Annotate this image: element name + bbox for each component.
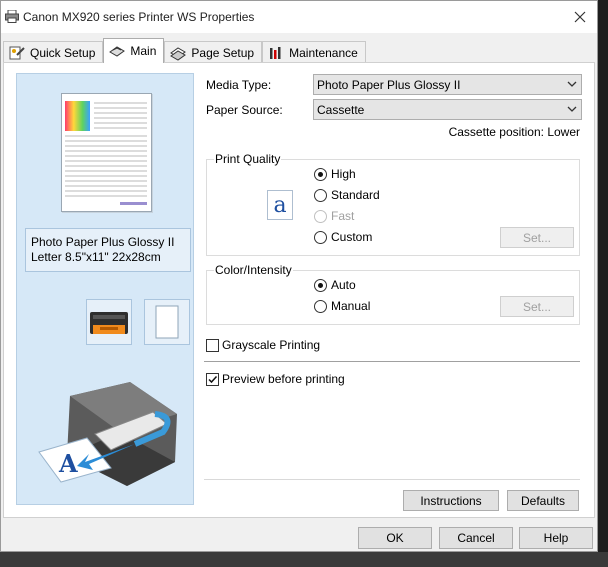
paper-preview-image bbox=[65, 101, 147, 205]
preview-before-option[interactable]: Preview before printing bbox=[206, 372, 345, 386]
main-tab-panel: Photo Paper Plus Glossy II Letter 8.5"x1… bbox=[3, 62, 595, 518]
paper-name: Photo Paper Plus Glossy II bbox=[31, 235, 175, 249]
color-intensity-title: Color/Intensity bbox=[214, 263, 293, 277]
print-quality-group: Print Quality a High Standard Fast Custo… bbox=[206, 152, 580, 256]
print-quality-title: Print Quality bbox=[214, 152, 282, 166]
radio-custom[interactable] bbox=[314, 230, 327, 244]
main-icon bbox=[109, 46, 126, 57]
cassette-position-note: Cassette position: Lower bbox=[448, 125, 580, 139]
help-button[interactable]: Help bbox=[519, 527, 593, 549]
quality-custom-option[interactable]: Custom bbox=[314, 230, 372, 244]
paper-sheet-icon bbox=[155, 305, 179, 339]
grayscale-option[interactable]: Grayscale Printing bbox=[206, 338, 320, 352]
separator bbox=[204, 361, 580, 362]
svg-text:A: A bbox=[58, 449, 78, 478]
printer-icon bbox=[5, 10, 19, 23]
radio-high[interactable] bbox=[314, 167, 327, 181]
preview-pane: Photo Paper Plus Glossy II Letter 8.5"x1… bbox=[16, 73, 194, 505]
printer-properties-dialog: Canon MX920 series Printer WS Properties… bbox=[0, 0, 598, 552]
ok-button[interactable]: OK bbox=[358, 527, 432, 549]
cancel-label: Cancel bbox=[457, 531, 495, 545]
paper-source-label: Paper Source: bbox=[206, 103, 283, 117]
close-icon bbox=[574, 11, 586, 23]
taskbar-background bbox=[0, 552, 608, 567]
color-manual-label: Manual bbox=[331, 299, 371, 313]
tab-label: Quick Setup bbox=[30, 45, 96, 60]
close-button[interactable] bbox=[563, 1, 597, 33]
radio-standard[interactable] bbox=[314, 188, 327, 202]
tab-label: Maintenance bbox=[289, 45, 358, 60]
color-set-button: Set... bbox=[500, 296, 574, 317]
tab-main[interactable]: Main bbox=[103, 38, 165, 63]
instructions-button[interactable]: Instructions bbox=[403, 490, 499, 511]
cassette-source-button[interactable] bbox=[86, 299, 132, 345]
paper-sheet-button[interactable] bbox=[144, 299, 190, 345]
color-manual-option[interactable]: Manual bbox=[314, 299, 370, 313]
paper-preview bbox=[61, 93, 152, 212]
cassette-icon bbox=[90, 312, 128, 334]
print-quality-icon: a bbox=[267, 190, 293, 220]
quality-set-label: Set... bbox=[522, 230, 551, 245]
tab-label: Main bbox=[130, 44, 157, 58]
help-label: Help bbox=[543, 531, 569, 545]
quality-high-option[interactable]: High bbox=[314, 167, 356, 181]
paper-source-value: Cassette bbox=[317, 102, 365, 117]
color-auto-option[interactable]: Auto bbox=[314, 278, 356, 292]
ok-label: OK bbox=[386, 531, 404, 545]
checkmark-icon bbox=[208, 375, 218, 383]
tab-label: Page Setup bbox=[191, 45, 255, 60]
quality-high-label: High bbox=[331, 167, 356, 181]
quality-fast-label: Fast bbox=[331, 209, 355, 223]
maintenance-icon bbox=[270, 46, 281, 59]
title-bar: Canon MX920 series Printer WS Properties bbox=[1, 1, 597, 33]
preview-before-checkbox[interactable] bbox=[206, 372, 219, 386]
color-auto-label: Auto bbox=[331, 278, 356, 292]
radio-manual[interactable] bbox=[314, 299, 327, 313]
grayscale-checkbox[interactable] bbox=[206, 338, 219, 352]
media-type-value: Photo Paper Plus Glossy II bbox=[317, 77, 461, 92]
print-quality-icon-letter: a bbox=[273, 192, 287, 218]
desktop-background bbox=[598, 0, 608, 552]
paper-size: Letter 8.5"x11" 22x28cm bbox=[31, 250, 161, 264]
tab-page-setup[interactable]: Page Setup bbox=[164, 41, 263, 63]
tab-maintenance[interactable]: Maintenance bbox=[262, 41, 366, 63]
chevron-down-icon bbox=[567, 81, 577, 87]
paper-source-select[interactable]: Cassette bbox=[313, 99, 582, 120]
radio-fast bbox=[314, 209, 327, 223]
color-set-label: Set... bbox=[522, 299, 551, 314]
chevron-down-icon bbox=[567, 106, 577, 112]
separator bbox=[204, 479, 580, 480]
quality-fast-option: Fast bbox=[314, 209, 354, 223]
media-type-label: Media Type: bbox=[206, 78, 272, 92]
quality-standard-option[interactable]: Standard bbox=[314, 188, 380, 202]
tab-strip: Quick Setup Main Page Setup Maintenance bbox=[3, 38, 366, 63]
media-type-select[interactable]: Photo Paper Plus Glossy II bbox=[313, 74, 582, 95]
quality-set-button: Set... bbox=[500, 227, 574, 248]
tab-quick-setup[interactable]: Quick Setup bbox=[3, 41, 104, 63]
window-title: Canon MX920 series Printer WS Properties bbox=[23, 10, 255, 24]
grayscale-label: Grayscale Printing bbox=[222, 338, 321, 352]
quality-standard-label: Standard bbox=[331, 188, 380, 202]
page-setup-icon bbox=[170, 46, 187, 61]
color-intensity-group: Color/Intensity Auto Manual Set... bbox=[206, 263, 580, 325]
quick-setup-icon bbox=[9, 46, 25, 59]
cancel-button[interactable]: Cancel bbox=[439, 527, 513, 549]
radio-auto[interactable] bbox=[314, 278, 327, 292]
defaults-label: Defaults bbox=[520, 493, 566, 508]
preview-before-label: Preview before printing bbox=[222, 372, 345, 386]
quality-custom-label: Custom bbox=[331, 230, 373, 244]
paper-info-box: Photo Paper Plus Glossy II Letter 8.5"x1… bbox=[25, 228, 191, 272]
defaults-button[interactable]: Defaults bbox=[507, 490, 579, 511]
instructions-label: Instructions bbox=[420, 493, 482, 508]
printer-illustration: A bbox=[38, 382, 177, 486]
